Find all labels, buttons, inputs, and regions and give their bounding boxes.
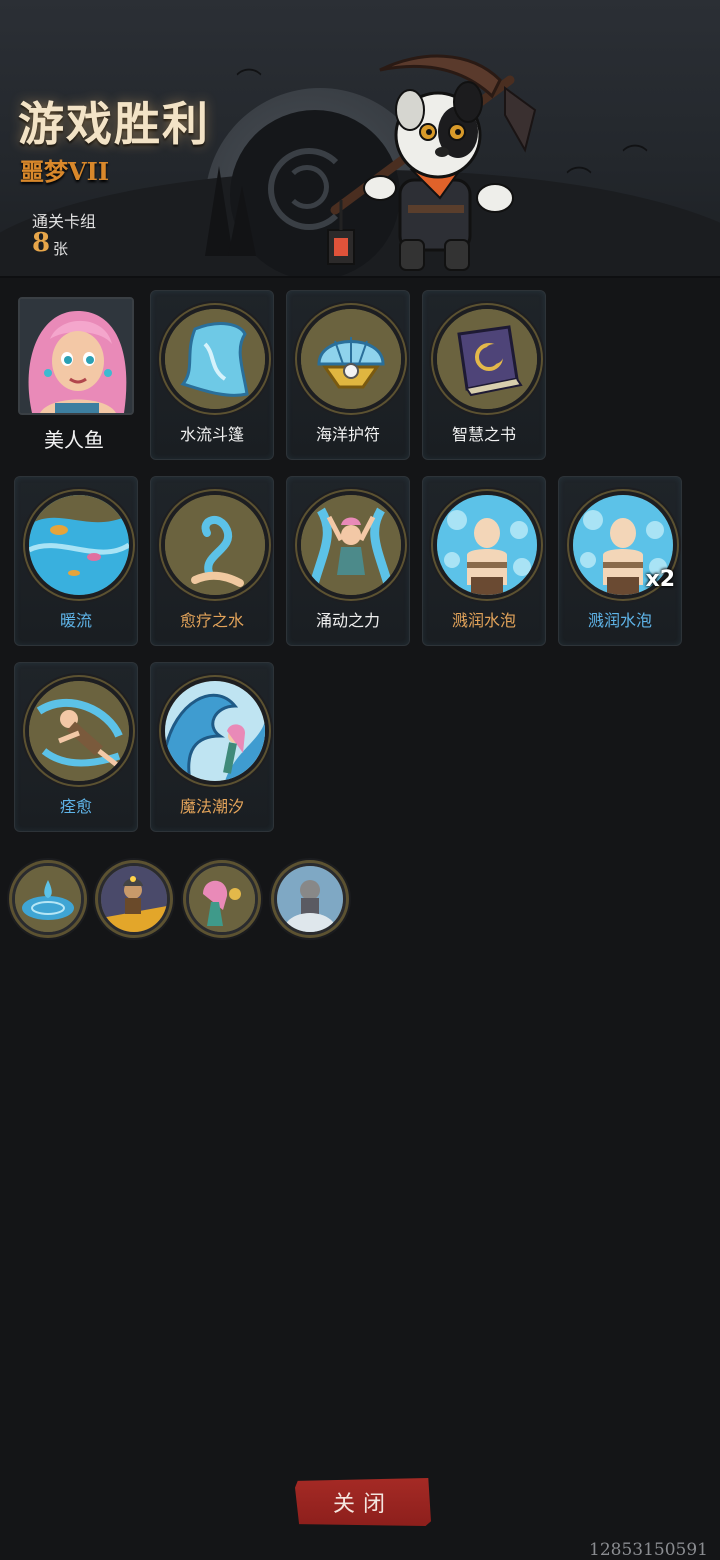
- warm-current-icon: [25, 491, 133, 599]
- book-of-wisdom-icon: [433, 305, 541, 413]
- bat-icon: ⌒: [622, 144, 649, 174]
- healing-water-icon: [161, 491, 269, 599]
- bat-icon: ⌒: [236, 68, 263, 98]
- card-multiplier: x2: [645, 567, 676, 592]
- card-book-of-wisdom[interactable]: 智慧之书: [422, 290, 546, 460]
- recovery-icon: [25, 677, 133, 785]
- card-name: 魔法潮汐: [179, 797, 244, 816]
- surging-power-icon: [297, 491, 405, 599]
- bat-icon: ⌒: [566, 166, 593, 196]
- card-name: 水流斗篷: [179, 425, 244, 444]
- card-name: 溅润水泡: [587, 611, 652, 630]
- character-portrait[interactable]: [18, 297, 134, 415]
- card-water-bubble[interactable]: 溅润水泡: [422, 476, 546, 646]
- victory-banner: ⌒ ⌒ ⌒ 游戏胜利 噩梦VII 通关卡组 8 张: [0, 0, 720, 278]
- deck-count: 8: [32, 228, 51, 258]
- character-name: 美人鱼: [44, 428, 104, 452]
- relic-mermaid[interactable]: [186, 863, 258, 935]
- mermaid-portrait-icon: [20, 299, 132, 413]
- card-water-bubble-2[interactable]: x2 溅润水泡: [558, 476, 682, 646]
- victory-title: 游戏胜利: [18, 97, 210, 151]
- water-bubble-icon: [433, 491, 541, 599]
- card-ocean-amulet[interactable]: 海洋护符: [286, 290, 410, 460]
- card-name: 智慧之书: [451, 425, 516, 444]
- card-name: 涌动之力: [315, 611, 380, 630]
- card-surging-power[interactable]: 涌动之力: [286, 476, 410, 646]
- difficulty-label: 噩梦VII: [20, 157, 110, 186]
- card-name: 海洋护符: [315, 425, 380, 444]
- relic-miner[interactable]: [98, 863, 170, 935]
- relic-knight[interactable]: [274, 863, 346, 935]
- hero-character: [327, 54, 537, 271]
- card-name: 溅润水泡: [451, 611, 516, 630]
- miner-relic-icon: [101, 866, 167, 932]
- water-cloak-icon: [161, 305, 269, 413]
- relic-water-drop[interactable]: [12, 863, 84, 935]
- card-name: 暖流: [59, 611, 92, 630]
- knight-relic-icon: [277, 866, 343, 932]
- player-id: 12853150591: [589, 1540, 708, 1560]
- magic-tide-icon: [161, 677, 269, 785]
- card-healing-water[interactable]: 愈疗之水: [150, 476, 274, 646]
- water-drop-relic-icon: [15, 866, 81, 932]
- card-name: 愈疗之水: [179, 611, 244, 630]
- deck-unit: 张: [53, 240, 69, 258]
- card-warm-current[interactable]: 暖流: [14, 476, 138, 646]
- card-recovery[interactable]: 痊愈: [14, 662, 138, 832]
- card-name: 痊愈: [59, 797, 92, 816]
- tree-silhouette: [228, 186, 256, 256]
- close-button[interactable]: 关闭: [295, 1478, 431, 1526]
- ocean-amulet-icon: [297, 305, 405, 413]
- card-water-cloak[interactable]: 水流斗篷: [150, 290, 274, 460]
- mermaid-relic-icon: [189, 866, 255, 932]
- card-magic-tide[interactable]: 魔法潮汐: [150, 662, 274, 832]
